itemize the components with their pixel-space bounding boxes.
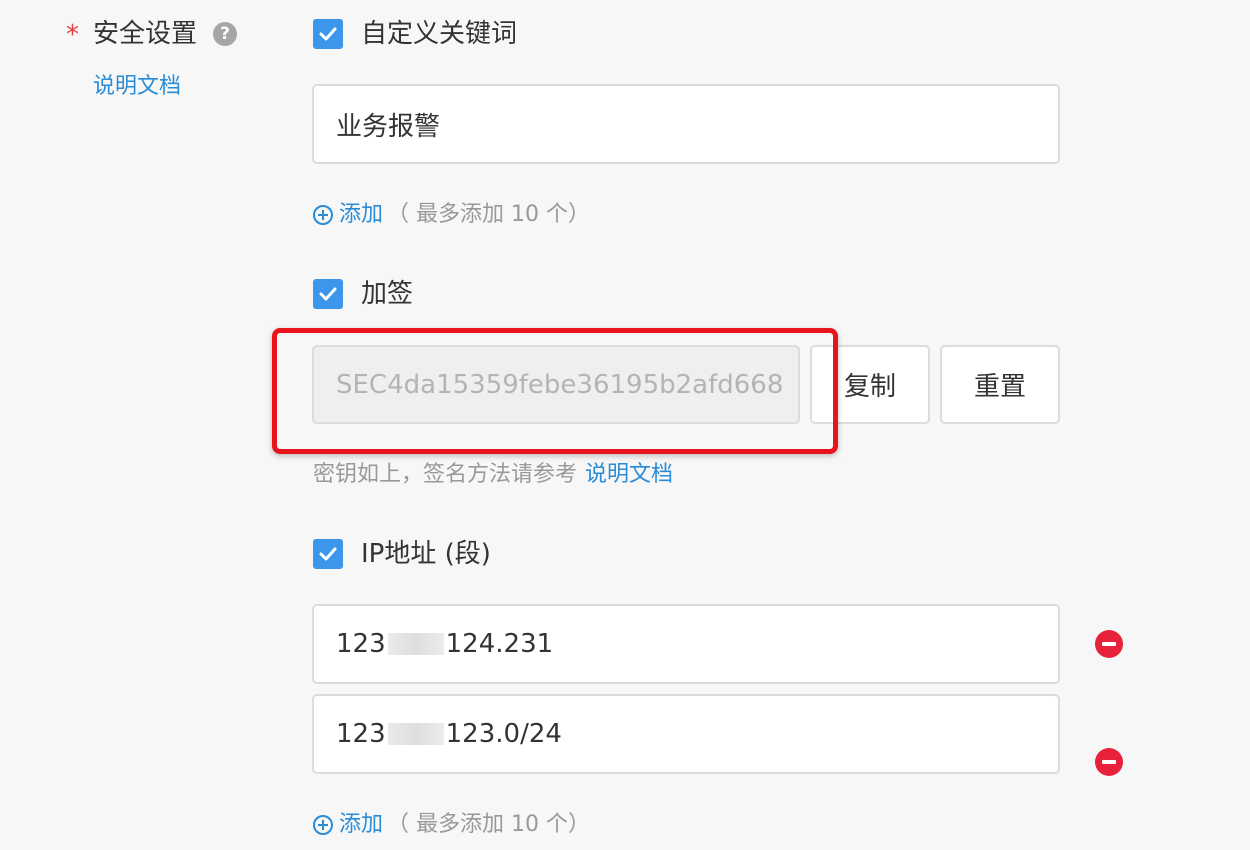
ip-input-2[interactable]: 123 123.0/24 — [312, 694, 1060, 774]
section-label-security: 安全设置 — [93, 19, 198, 49]
question-circle-icon[interactable]: ? — [213, 22, 237, 46]
keyword-add-hint: （ 最多添加 10 个） — [387, 202, 590, 227]
remove-ip-2-icon[interactable] — [1095, 748, 1123, 776]
redacted-block — [387, 633, 444, 655]
keyword-add-button[interactable]: 添加 — [339, 200, 383, 230]
ip-suffix: 123.0/24 — [445, 719, 562, 749]
ip-suffix: 124.231 — [445, 629, 554, 659]
ip-add-row: 添加 （ 最多添加 10 个） — [313, 810, 590, 840]
plus-circle-icon[interactable] — [313, 205, 333, 225]
redacted-block — [387, 723, 444, 745]
keyword-checkbox-label: 自定义关键词 — [361, 19, 518, 49]
security-settings-form: * 安全设置 ? 说明文档 自定义关键词 业务报警 添加 （ 最多添加 10 个… — [0, 0, 1250, 850]
signature-checkbox[interactable] — [313, 279, 343, 309]
keyword-checkbox[interactable] — [313, 19, 343, 49]
signature-hint: 密钥如上，签名方法请参考 — [313, 462, 578, 487]
signature-doc-link[interactable]: 说明文档 — [585, 462, 673, 487]
ip-prefix: 123 — [336, 629, 386, 659]
secret-key-value: SEC4da15359febe36195b2afd668 — [336, 369, 784, 400]
keyword-add-row: 添加 （ 最多添加 10 个） — [313, 200, 590, 230]
ip-add-button[interactable]: 添加 — [339, 810, 383, 840]
secret-key-input[interactable]: SEC4da15359febe36195b2afd668 — [312, 345, 800, 424]
reset-button[interactable]: 重置 — [940, 345, 1060, 424]
ip-checkbox[interactable] — [313, 539, 343, 569]
check-icon — [319, 547, 337, 561]
keyword-input-value: 业务报警 — [336, 111, 441, 142]
remove-ip-1-icon[interactable] — [1095, 630, 1123, 658]
ip-prefix: 123 — [336, 719, 386, 749]
check-icon — [319, 287, 337, 301]
plus-circle-icon[interactable] — [313, 815, 333, 835]
ip-add-hint: （ 最多添加 10 个） — [387, 812, 590, 837]
copy-button[interactable]: 复制 — [810, 345, 930, 424]
ip-input-1[interactable]: 123 124.231 — [312, 604, 1060, 684]
signature-hint-row: 密钥如上，签名方法请参考 说明文档 — [313, 460, 673, 490]
required-asterisk: * — [66, 20, 79, 50]
check-icon — [319, 27, 337, 41]
doc-link[interactable]: 说明文档 — [93, 72, 181, 102]
signature-checkbox-label: 加签 — [361, 279, 414, 309]
ip-checkbox-label: IP地址 (段) — [361, 539, 491, 569]
keyword-input[interactable]: 业务报警 — [312, 84, 1060, 164]
